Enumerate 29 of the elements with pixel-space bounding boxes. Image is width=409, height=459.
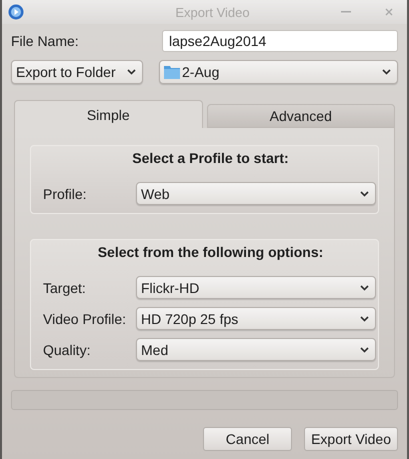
app-icon — [8, 4, 24, 20]
folder-dropdown[interactable]: 2-Aug — [159, 60, 398, 84]
group-title: Select from the following options: — [98, 244, 324, 260]
group-title: Select a Profile to start: — [132, 150, 289, 166]
folder-icon — [164, 65, 180, 79]
tab[interactable]: Advanced — [206, 104, 395, 128]
close-icon[interactable] — [385, 8, 393, 16]
option-dropdown[interactable]: Med — [136, 338, 376, 361]
field-label: Quality: — [43, 342, 92, 358]
dialog-button[interactable]: Export Video — [304, 427, 398, 451]
option-dropdown[interactable]: Web — [136, 182, 376, 205]
tab[interactable]: Simple — [14, 100, 202, 128]
window-title: Export Video — [174, 4, 251, 20]
file-name-field[interactable]: lapse2Aug2014 — [162, 30, 398, 52]
field-label: Target: — [43, 280, 87, 296]
caret-icon — [360, 190, 369, 196]
field-label: Video Profile: — [43, 310, 128, 326]
caret-icon — [360, 316, 369, 322]
caret-icon — [382, 69, 391, 75]
caret-icon — [360, 284, 369, 290]
file-name-label: File Name: — [11, 33, 79, 49]
export-mode-dropdown[interactable]: Export to Folder — [11, 60, 143, 84]
option-dropdown[interactable]: HD 720p 25 fps — [136, 307, 376, 330]
minimize-icon[interactable] — [341, 11, 351, 13]
field-label: Profile: — [43, 186, 88, 202]
caret-icon — [360, 346, 369, 352]
caret-icon — [127, 69, 136, 75]
dialog-button[interactable]: Cancel — [203, 427, 292, 451]
option-dropdown[interactable]: Flickr-HD — [136, 276, 376, 299]
